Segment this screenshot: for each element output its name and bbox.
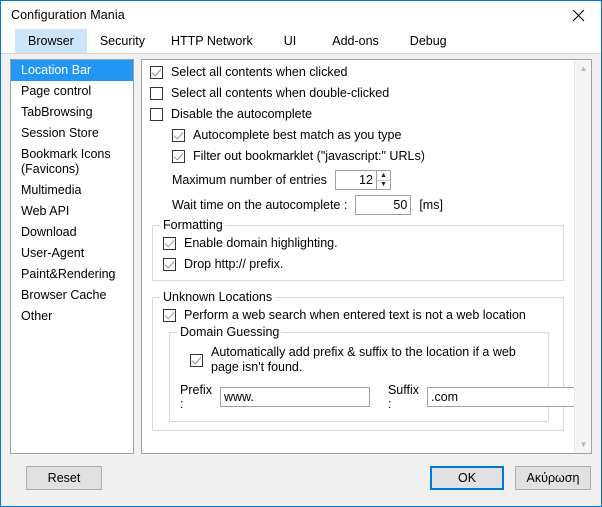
label-disable-autocomplete: Disable the autocomplete <box>171 107 313 121</box>
checkbox-select-all-clicked[interactable] <box>150 66 163 79</box>
chevron-down-icon[interactable]: ▼ <box>575 436 591 453</box>
label-select-all-clicked: Select all contents when clicked <box>171 65 348 79</box>
checkbox-drop-http-prefix[interactable] <box>163 258 176 271</box>
tab-ui[interactable]: UI <box>266 29 315 53</box>
checkbox-autocomplete-best-match[interactable] <box>172 129 185 142</box>
close-glyph <box>572 9 585 21</box>
checkbox-select-all-double-clicked[interactable] <box>150 87 163 100</box>
tab-browser[interactable]: Browser <box>15 29 87 53</box>
stepper-down-icon[interactable]: ▼ <box>376 180 390 189</box>
reset-button[interactable]: Reset <box>26 466 102 490</box>
vertical-scrollbar[interactable]: ▲ ▼ <box>574 60 591 453</box>
cancel-button[interactable]: Ακύρωση <box>515 466 591 490</box>
label-perform-web-search: Perform a web search when entered text i… <box>184 308 526 322</box>
category-list[interactable]: Location Bar Page control TabBrowsing Se… <box>10 59 134 454</box>
legend-formatting: Formatting <box>160 218 226 232</box>
row-prefix-suffix: Prefix : Suffix : <box>180 383 579 411</box>
settings-panel-inner: Select all contents when clicked Select … <box>142 60 579 453</box>
close-icon[interactable] <box>556 1 601 29</box>
tab-bar: Browser Security HTTP Network UI Add-ons… <box>1 29 601 54</box>
settings-panel: Select all contents when clicked Select … <box>141 59 592 454</box>
option-enable-domain-highlighting: Enable domain highlighting. <box>163 236 553 251</box>
content-area: Location Bar Page control TabBrowsing Se… <box>1 55 601 454</box>
label-wait-time: Wait time on the autocomplete : <box>172 198 348 212</box>
sidebar-item-user-agent[interactable]: User-Agent <box>11 243 133 264</box>
sidebar-item-paint-rendering[interactable]: Paint&Rendering <box>11 264 133 285</box>
checkbox-disable-autocomplete[interactable] <box>150 108 163 121</box>
sidebar-item-session-store[interactable]: Session Store <box>11 123 133 144</box>
label-suffix: Suffix : <box>387 383 419 411</box>
window-title: Configuration Mania <box>11 8 125 22</box>
ok-button[interactable]: OK <box>430 466 504 490</box>
label-autocomplete-best-match: Autocomplete best match as you type <box>193 128 402 142</box>
dialog-button-bar: Reset OK Ακύρωση <box>1 454 601 506</box>
sidebar-item-tabbrowsing[interactable]: TabBrowsing <box>11 102 133 123</box>
option-disable-autocomplete: Disable the autocomplete <box>150 107 574 122</box>
input-wait-time[interactable] <box>355 195 412 215</box>
sidebar-item-other[interactable]: Other <box>11 306 133 327</box>
label-max-entries: Maximum number of entries <box>172 173 327 187</box>
label-drop-http-prefix: Drop http:// prefix. <box>184 257 284 271</box>
sidebar-item-browser-cache[interactable]: Browser Cache <box>11 285 133 306</box>
tab-http-network[interactable]: HTTP Network <box>158 29 266 53</box>
label-auto-add-prefix-suffix: Automatically add prefix & suffix to the… <box>211 345 516 374</box>
option-autocomplete-best-match: Autocomplete best match as you type <box>172 128 574 143</box>
tab-add-ons[interactable]: Add-ons <box>314 29 397 53</box>
checkbox-enable-domain-highlighting[interactable] <box>163 237 176 250</box>
tab-security[interactable]: Security <box>87 29 158 53</box>
tab-debug[interactable]: Debug <box>397 29 460 53</box>
quantity-stepper-max-entries[interactable]: ▲ ▼ <box>334 170 391 190</box>
label-filter-bookmarklet: Filter out bookmarklet ("javascript:" UR… <box>193 149 425 163</box>
legend-domain-guessing: Domain Guessing <box>177 325 283 339</box>
sidebar-item-bookmark-icons[interactable]: Bookmark Icons (Favicons) <box>11 144 133 180</box>
option-select-all-double-clicked: Select all contents when double-clicked <box>150 86 574 101</box>
row-wait-time: Wait time on the autocomplete : [ms] <box>172 195 574 215</box>
checkbox-filter-bookmarklet[interactable] <box>172 150 185 163</box>
sidebar-item-page-control[interactable]: Page control <box>11 81 133 102</box>
option-select-all-clicked: Select all contents when clicked <box>150 65 574 80</box>
option-filter-bookmarklet: Filter out bookmarklet ("javascript:" UR… <box>172 149 574 164</box>
option-perform-web-search: Perform a web search when entered text i… <box>163 308 553 323</box>
option-auto-add-prefix-suffix: Automatically add prefix & suffix to the… <box>190 345 538 375</box>
chevron-up-icon[interactable]: ▲ <box>575 60 591 77</box>
label-select-all-double-clicked: Select all contents when double-clicked <box>171 86 390 100</box>
sidebar-item-download[interactable]: Download <box>11 222 133 243</box>
option-drop-http-prefix: Drop http:// prefix. <box>163 257 553 272</box>
label-prefix: Prefix : <box>180 383 212 411</box>
sidebar-item-multimedia[interactable]: Multimedia <box>11 180 133 201</box>
prefix-field[interactable] <box>219 387 370 407</box>
title-bar: Configuration Mania <box>1 1 601 29</box>
stepper-up-icon[interactable]: ▲ <box>376 171 390 181</box>
sidebar-item-location-bar[interactable]: Location Bar <box>11 60 133 81</box>
row-max-entries: Maximum number of entries ▲ ▼ <box>172 170 574 190</box>
stepper-buttons: ▲ ▼ <box>376 170 391 190</box>
sidebar-item-web-api[interactable]: Web API <box>11 201 133 222</box>
legend-unknown-locations: Unknown Locations <box>160 290 276 304</box>
group-formatting: Formatting Enable domain highlighting. D… <box>152 218 564 281</box>
label-wait-time-unit: [ms] <box>419 198 443 212</box>
input-max-entries[interactable] <box>334 170 377 190</box>
suffix-field[interactable] <box>427 387 579 407</box>
group-domain-guessing: Domain Guessing Automatically add prefix… <box>169 325 579 422</box>
checkbox-perform-web-search[interactable] <box>163 309 176 322</box>
group-unknown-locations: Unknown Locations Perform a web search w… <box>152 290 579 431</box>
checkbox-auto-add-prefix-suffix[interactable] <box>190 354 203 367</box>
label-enable-domain-highlighting: Enable domain highlighting. <box>184 236 338 250</box>
